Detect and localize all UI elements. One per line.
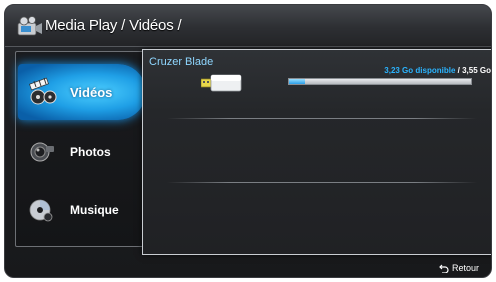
- media-play-icon: [17, 16, 42, 36]
- header-bar: Media Play / Vidéos /: [5, 5, 491, 47]
- storage-usage-bar: [288, 78, 472, 85]
- storage-usage-fill: [289, 79, 306, 84]
- divider: [167, 118, 477, 119]
- device-name: Cruzer Blade: [149, 56, 214, 68]
- capacity-separator: /: [457, 66, 460, 75]
- page-title: Media Play / Vidéos /: [45, 17, 182, 34]
- camera-icon: [30, 142, 54, 162]
- media-play-window: Media Play / Vidéos / Vidéos Photos Musi…: [4, 4, 492, 278]
- back-button[interactable]: Retour: [439, 263, 479, 273]
- sidebar-item-label: Photos: [70, 145, 111, 159]
- sidebar-item-label: Vidéos: [70, 84, 113, 100]
- storage-capacity: 3,23 Go disponible / 3,55 Go: [384, 66, 491, 75]
- sidebar: Vidéos Photos Musique: [15, 51, 149, 247]
- sidebar-item-musique[interactable]: Musique: [18, 182, 146, 238]
- usb-drive-icon[interactable]: [201, 74, 245, 92]
- device-panel: Cruzer Blade 3,23 Go disponible / 3,55 G…: [142, 49, 491, 255]
- sidebar-item-label: Musique: [70, 203, 119, 217]
- sidebar-item-videos[interactable]: Vidéos: [18, 64, 146, 120]
- sidebar-item-photos[interactable]: Photos: [18, 124, 146, 180]
- return-arrow-icon: [439, 264, 449, 273]
- divider: [167, 182, 477, 183]
- video-film-icon: [29, 77, 57, 105]
- disc-icon: [29, 199, 53, 222]
- free-space: 3,23 Go disponible: [384, 66, 456, 75]
- back-label: Retour: [451, 263, 479, 273]
- total-space: 3,55 Go: [462, 66, 491, 75]
